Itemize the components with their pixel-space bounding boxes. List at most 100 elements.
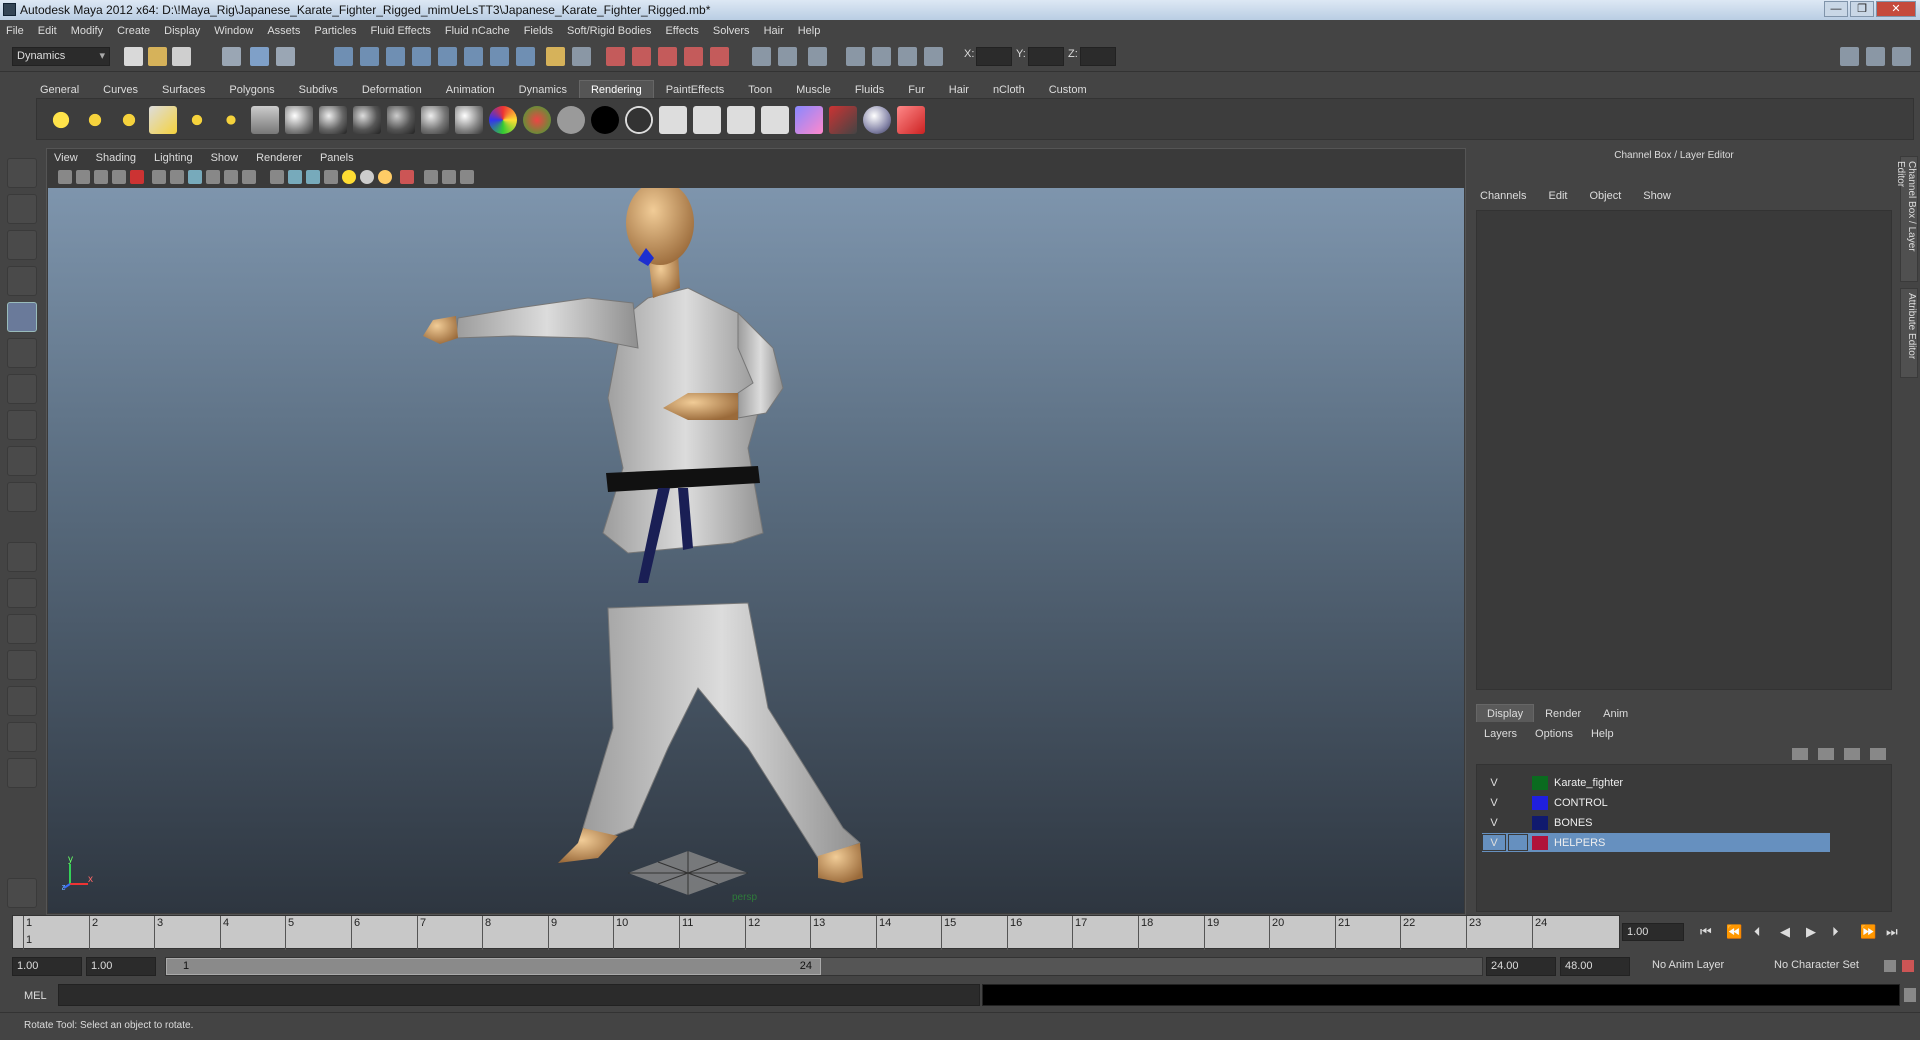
- start-time-field[interactable]: 1.00: [12, 957, 82, 976]
- layer-visibility-toggle[interactable]: V: [1482, 814, 1506, 831]
- help-icon[interactable]: [516, 47, 535, 66]
- layer-color-swatch[interactable]: [1532, 835, 1548, 850]
- shader-ramp-icon[interactable]: [489, 106, 517, 134]
- textured-icon[interactable]: [324, 170, 338, 184]
- render-view-icon[interactable]: [710, 47, 729, 66]
- menu-file[interactable]: File: [6, 25, 24, 37]
- shader-blinn-icon[interactable]: [353, 106, 381, 134]
- layer-playback-toggle[interactable]: [1508, 834, 1528, 851]
- snap-grid-icon[interactable]: [334, 47, 353, 66]
- isolate-select-icon[interactable]: [400, 170, 414, 184]
- select-object-icon[interactable]: [250, 47, 269, 66]
- directional-light-icon[interactable]: [81, 106, 109, 134]
- z-field[interactable]: [1080, 47, 1116, 66]
- step-back-key-icon[interactable]: ⏪: [1726, 924, 1742, 940]
- save-scene-icon[interactable]: [172, 47, 191, 66]
- hand-tool-icon[interactable]: [7, 878, 37, 908]
- layer-playback-toggle[interactable]: [1508, 774, 1528, 791]
- character-set-dropdown[interactable]: No Character Set: [1774, 959, 1859, 971]
- move-tool-icon[interactable]: [7, 266, 37, 296]
- shelf-tab-curves[interactable]: Curves: [91, 80, 150, 98]
- karate-fighter-model[interactable]: [48, 188, 1464, 913]
- tab-channel-box-layer-editor[interactable]: Channel Box / Layer Editor: [1895, 156, 1918, 282]
- outliner-layout-icon[interactable]: [7, 722, 37, 752]
- xray-joints-icon[interactable]: [442, 170, 456, 184]
- use-all-lights-icon[interactable]: [342, 170, 356, 184]
- mental-ray-icon[interactable]: [863, 106, 891, 134]
- menu-fluid-ncache[interactable]: Fluid nCache: [445, 25, 510, 37]
- hud-icon[interactable]: [460, 170, 474, 184]
- end-playback-field[interactable]: 24.00: [1486, 957, 1556, 976]
- show-manipulator-icon[interactable]: [7, 446, 37, 476]
- snap-point-icon[interactable]: [386, 47, 405, 66]
- single-perspective-layout-icon[interactable]: [7, 542, 37, 572]
- shelf-tab-fur[interactable]: Fur: [896, 80, 937, 98]
- anim-layer-dropdown[interactable]: No Anim Layer: [1652, 959, 1724, 971]
- new-layer-selected-icon[interactable]: [1870, 748, 1886, 760]
- layer-playback-toggle[interactable]: [1508, 814, 1528, 831]
- menu-solvers[interactable]: Solvers: [713, 25, 750, 37]
- camera-attributes-icon[interactable]: [76, 170, 90, 184]
- render-sphere-icon[interactable]: [285, 106, 313, 134]
- end-time-field[interactable]: 48.00: [1560, 957, 1630, 976]
- menu-create[interactable]: Create: [117, 25, 150, 37]
- tab-attribute-editor[interactable]: Attribute Editor: [1900, 288, 1918, 378]
- make-live-icon[interactable]: [438, 47, 457, 66]
- tool-settings-icon[interactable]: [808, 47, 827, 66]
- lasso-tool-icon[interactable]: [7, 194, 37, 224]
- current-frame-field[interactable]: 1.00: [1622, 923, 1684, 941]
- layer-row[interactable]: V CONTROL: [1482, 793, 1830, 812]
- render-settings-window-icon[interactable]: [727, 106, 755, 134]
- menu-window[interactable]: Window: [214, 25, 253, 37]
- layer-tab-display[interactable]: Display: [1476, 704, 1535, 722]
- spot-light-icon[interactable]: [149, 106, 177, 134]
- rotate-tool-icon[interactable]: [7, 302, 37, 332]
- cb-menu-channels[interactable]: Channels: [1480, 190, 1526, 202]
- close-button[interactable]: ✕: [1876, 1, 1916, 17]
- play-forward-icon[interactable]: ▶: [1806, 924, 1816, 940]
- cb-menu-show[interactable]: Show: [1643, 190, 1671, 202]
- create-camera-icon[interactable]: [251, 106, 279, 134]
- shelf-tab-ncloth[interactable]: nCloth: [981, 80, 1037, 98]
- shader-phonge-icon[interactable]: [455, 106, 483, 134]
- shelf-tab-animation[interactable]: Animation: [434, 80, 507, 98]
- layer-visibility-toggle[interactable]: V: [1482, 774, 1506, 791]
- manipulator-tool-icon[interactable]: [7, 374, 37, 404]
- vp-menu-renderer[interactable]: Renderer: [256, 152, 302, 164]
- hypershade-window-icon[interactable]: [659, 106, 687, 134]
- render-current-frame-icon[interactable]: [606, 47, 625, 66]
- layer-color-swatch[interactable]: [1532, 815, 1548, 830]
- four-view-layout-icon[interactable]: [7, 578, 37, 608]
- construction-history-icon[interactable]: [490, 47, 509, 66]
- menu-display[interactable]: Display: [164, 25, 200, 37]
- show-attribute-editor-icon[interactable]: [778, 47, 797, 66]
- cb-menu-object[interactable]: Object: [1589, 190, 1621, 202]
- menu-fields[interactable]: Fields: [524, 25, 553, 37]
- maximize-button[interactable]: ❐: [1850, 1, 1874, 17]
- paint-select-tool-icon[interactable]: [7, 230, 37, 260]
- go-to-start-icon[interactable]: ⏮: [1700, 924, 1712, 940]
- shelf-tab-deformation[interactable]: Deformation: [350, 80, 434, 98]
- persp-outliner-layout-icon[interactable]: [7, 614, 37, 644]
- menu-effects[interactable]: Effects: [665, 25, 698, 37]
- lock-icon[interactable]: [546, 47, 565, 66]
- shelf-tab-rendering[interactable]: Rendering: [578, 80, 654, 98]
- menu-fluid-effects[interactable]: Fluid Effects: [371, 25, 431, 37]
- shadows-icon[interactable]: [360, 170, 374, 184]
- sidebar-toggle-icon[interactable]: [1892, 47, 1911, 66]
- shelf-tab-hair[interactable]: Hair: [937, 80, 981, 98]
- soft-mod-tool-icon[interactable]: [7, 410, 37, 440]
- layer-menu-options[interactable]: Options: [1535, 728, 1573, 740]
- time-slider[interactable]: 1 2 3 4 5 6 7 8 9 10 11 12 13 14 15 16 17 18 19 20 21 22 23 24 1: [12, 915, 1620, 950]
- minimize-button[interactable]: —: [1824, 1, 1848, 17]
- vp-menu-panels[interactable]: Panels: [320, 152, 354, 164]
- x-field[interactable]: [976, 47, 1012, 66]
- gate-mask-icon[interactable]: [206, 170, 220, 184]
- layer-row[interactable]: V Karate_fighter: [1482, 773, 1830, 792]
- wireframe-icon[interactable]: [270, 170, 284, 184]
- layer-playback-toggle[interactable]: [1508, 794, 1528, 811]
- ipr-icon[interactable]: [795, 106, 823, 134]
- layer-menu-layers[interactable]: Layers: [1484, 728, 1517, 740]
- vp-menu-view[interactable]: View: [54, 152, 78, 164]
- shelf-tab-polygons[interactable]: Polygons: [217, 80, 286, 98]
